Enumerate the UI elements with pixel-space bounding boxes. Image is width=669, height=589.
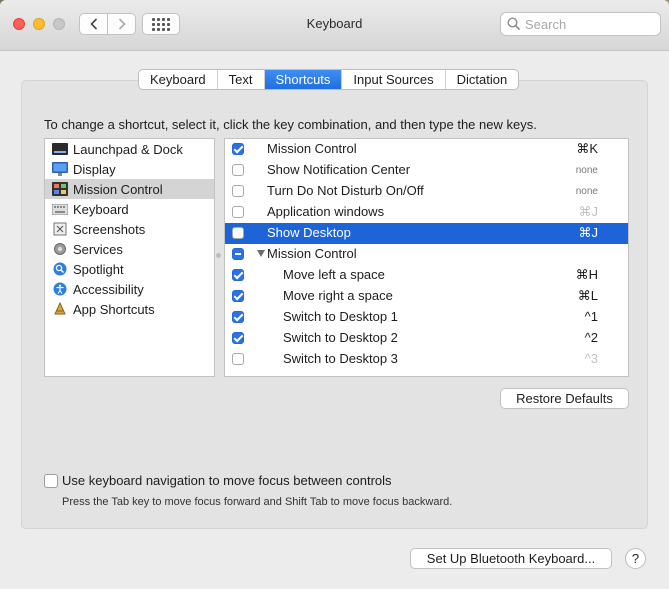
accessibility-icon (52, 282, 68, 296)
shortcut-key[interactable]: ⌘J (579, 225, 599, 241)
shortcut-row[interactable]: Switch to Desktop 3 ^3 (225, 349, 628, 370)
keyboard-navigation-checkbox[interactable] (44, 474, 58, 488)
shortcut-checkbox[interactable] (232, 332, 244, 344)
shortcut-row[interactable]: Mission Control ⌘K (225, 139, 628, 160)
shortcut-checkbox[interactable] (232, 164, 244, 176)
shortcut-label: Switch to Desktop 1 (283, 309, 398, 324)
tab-keyboard[interactable]: Keyboard (139, 70, 218, 89)
category-label: App Shortcuts (73, 301, 155, 317)
shortcut-label: Move left a space (283, 267, 385, 282)
shortcut-key[interactable]: none (576, 186, 598, 197)
category-label: Mission Control (73, 181, 163, 197)
category-label: Launchpad & Dock (73, 141, 183, 157)
shortcut-key[interactable]: ⌘L (578, 288, 598, 304)
search-input[interactable] (525, 15, 655, 33)
shortcut-row[interactable]: Switch to Desktop 1 ^1 (225, 307, 628, 328)
shortcut-checkbox[interactable] (232, 227, 244, 239)
display-icon (52, 162, 68, 176)
mission-control-icon (52, 182, 68, 196)
shortcut-checkbox[interactable] (232, 185, 244, 197)
shortcut-label: Switch to Desktop 2 (283, 330, 398, 345)
shortcut-row-selected[interactable]: Show Desktop ⌘J (225, 223, 628, 244)
help-button[interactable]: ? (625, 548, 646, 569)
shortcut-checkbox[interactable] (232, 143, 244, 155)
keyboard-navigation-label[interactable]: Use keyboard navigation to move focus be… (62, 473, 392, 488)
preferences-window: Keyboard Keyboard Text Shortcuts Input S… (0, 0, 669, 589)
shortcut-row[interactable]: Switch to Desktop 2 ^2 (225, 328, 628, 349)
category-spotlight[interactable]: Spotlight (45, 259, 214, 279)
instructions-text: To change a shortcut, select it, click t… (44, 117, 537, 132)
shortcut-row[interactable]: Show Notification Center none (225, 160, 628, 181)
category-label: Spotlight (73, 261, 124, 277)
category-label: Screenshots (73, 221, 146, 237)
shortcut-checkbox[interactable] (232, 311, 244, 323)
category-accessibility[interactable]: Accessibility (45, 279, 214, 299)
shortcut-checkbox[interactable] (232, 206, 244, 218)
shortcut-key[interactable]: none (576, 165, 598, 176)
app-shortcuts-icon (52, 302, 68, 316)
category-screenshots[interactable]: Screenshots (45, 219, 214, 239)
shortcut-key[interactable]: ⌘K (576, 141, 598, 157)
split-view-handle[interactable] (216, 253, 221, 258)
shortcut-group-row[interactable]: Mission Control (225, 244, 628, 265)
shortcut-label: Mission Control (267, 141, 357, 156)
shortcut-checkbox[interactable] (232, 290, 244, 302)
titlebar: Keyboard (0, 0, 669, 51)
shortcut-key[interactable]: ⌘J (579, 204, 599, 220)
shortcut-row[interactable]: Move right a space ⌘L (225, 286, 628, 307)
shortcut-label: Mission Control (267, 246, 357, 261)
disclosure-triangle-icon[interactable] (257, 250, 265, 257)
category-label: Display (73, 161, 116, 177)
category-label: Accessibility (73, 281, 144, 297)
services-gear-icon (52, 242, 68, 256)
shortcut-label: Show Notification Center (267, 162, 411, 177)
category-label: Services (73, 241, 123, 257)
shortcut-key[interactable]: ^1 (585, 309, 598, 324)
shortcut-row[interactable]: Move left a space ⌘H (225, 265, 628, 286)
search-field[interactable] (500, 12, 661, 36)
shortcut-row[interactable]: Turn Do Not Disturb On/Off none (225, 181, 628, 202)
shortcuts-list: Mission Control ⌘K Show Notification Cen… (224, 138, 629, 377)
keyboard-icon (52, 202, 68, 216)
category-app-shortcuts[interactable]: App Shortcuts (45, 299, 214, 319)
category-launchpad-dock[interactable]: Launchpad & Dock (45, 139, 214, 159)
shortcut-label: Switch to Desktop 3 (283, 351, 398, 366)
shortcut-label: Move right a space (283, 288, 393, 303)
category-keyboard[interactable]: Keyboard (45, 199, 214, 219)
shortcut-label: Turn Do Not Disturb On/Off (267, 183, 424, 198)
category-list: Launchpad & Dock Display Mission Control… (44, 138, 215, 377)
shortcut-checkbox[interactable] (232, 353, 244, 365)
category-label: Keyboard (73, 201, 129, 217)
shortcut-label: Show Desktop (267, 225, 351, 240)
category-mission-control[interactable]: Mission Control (45, 179, 214, 199)
tab-input-sources[interactable]: Input Sources (342, 70, 446, 89)
restore-defaults-button[interactable]: Restore Defaults (500, 388, 629, 409)
tab-dictation[interactable]: Dictation (446, 70, 519, 89)
shortcut-key[interactable]: ⌘H (576, 267, 598, 283)
shortcut-label: Application windows (267, 204, 385, 219)
launchpad-dock-icon (52, 142, 68, 156)
tab-bar: Keyboard Text Shortcuts Input Sources Di… (138, 69, 520, 90)
shortcut-row[interactable]: Application windows ⌘J (225, 202, 628, 223)
shortcut-key[interactable]: ^2 (585, 330, 598, 345)
shortcut-key[interactable]: ^3 (585, 351, 598, 366)
keyboard-navigation-hint: Press the Tab key to move focus forward … (62, 496, 453, 508)
category-services[interactable]: Services (45, 239, 214, 259)
screenshots-icon (52, 222, 68, 236)
search-icon (507, 17, 521, 31)
spotlight-icon (52, 262, 68, 276)
setup-bluetooth-keyboard-button[interactable]: Set Up Bluetooth Keyboard... (410, 548, 612, 569)
tab-shortcuts[interactable]: Shortcuts (264, 70, 343, 89)
shortcut-checkbox[interactable] (232, 269, 244, 281)
group-checkbox[interactable] (232, 248, 244, 260)
tab-text[interactable]: Text (218, 70, 265, 89)
category-display[interactable]: Display (45, 159, 214, 179)
